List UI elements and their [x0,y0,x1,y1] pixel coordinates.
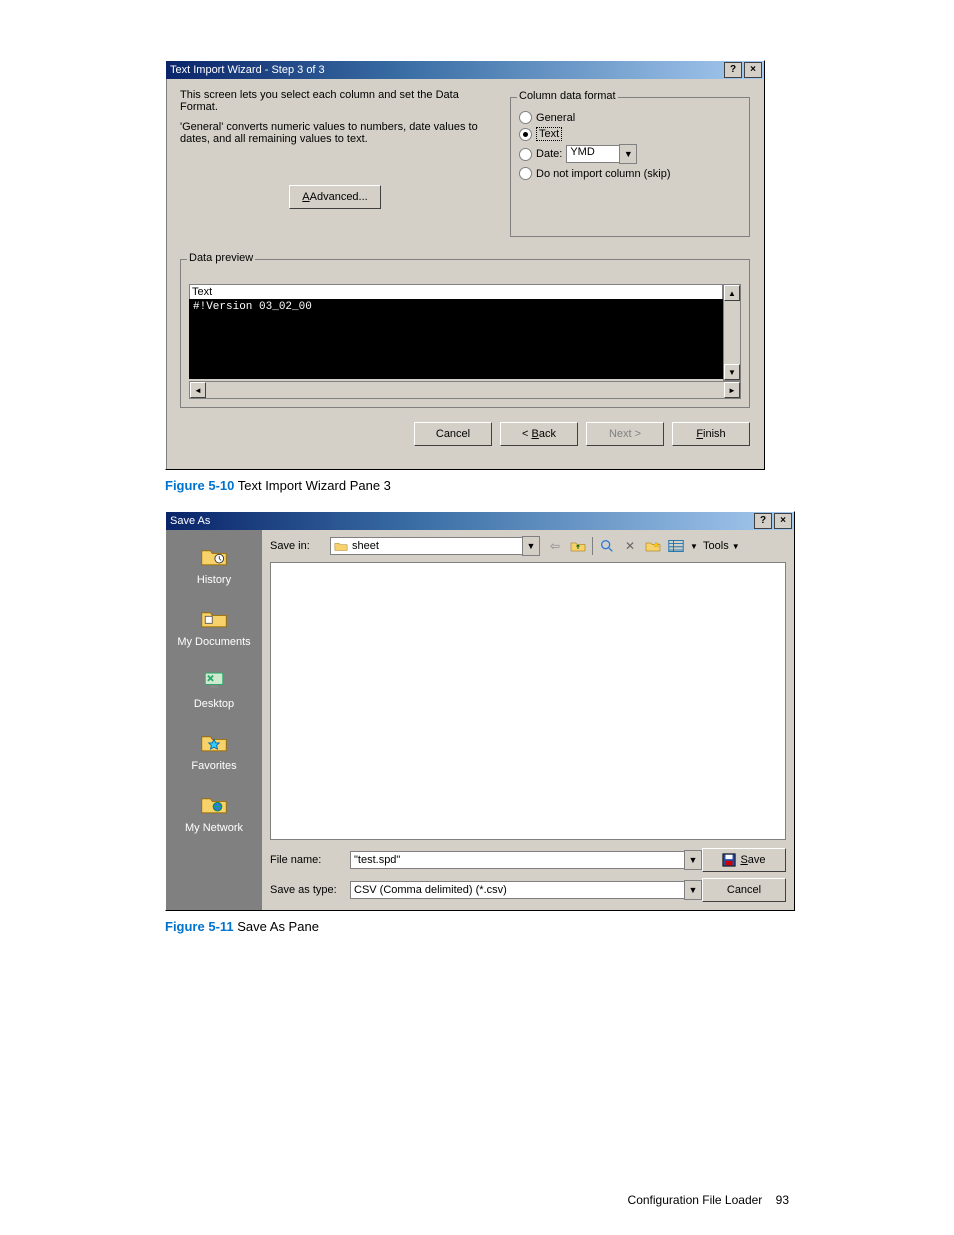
scroll-down-icon: ▼ [724,364,740,380]
figure-number: Figure 5-11 [165,919,234,934]
saveas-titlebar: Save As ? × [166,512,794,530]
history-folder-icon [198,542,230,570]
column-data-format-title: Column data format [517,90,618,102]
radio-skip[interactable]: Do not import column (skip) Do not impor… [519,167,741,180]
my-network-icon [198,790,230,818]
wizard-intro-1: This screen lets you select each column … [180,89,490,113]
folder-icon [334,540,348,552]
save-in-value: sheet [352,540,379,552]
radio-date[interactable]: Date: Date: YMD ▼ [519,144,741,164]
place-label: Favorites [191,760,236,772]
help-button[interactable]: ? [724,62,742,78]
footer-section: Configuration File Loader [628,1193,763,1207]
close-button[interactable]: × [744,62,762,78]
figure-5-10-caption: Figure 5-10 Text Import Wizard Pane 3 [165,478,789,493]
views-chevron-down-icon[interactable]: ▼ [690,537,698,555]
place-label: My Network [185,822,243,834]
data-preview-group: Data preview Text #!Version 03_02_00 ▲ ▼ [180,259,750,408]
preview-vertical-scrollbar[interactable]: ▲ ▼ [723,284,741,381]
back-icon[interactable]: ⇦ [546,537,564,555]
figure-text: Text Import Wizard Pane 3 [234,478,391,493]
next-button: Next > [586,422,664,446]
delete-icon[interactable]: ✕ [621,537,639,555]
chevron-down-icon: ▼ [522,536,540,556]
scroll-up-icon: ▲ [724,285,740,301]
new-folder-icon[interactable] [644,537,662,555]
my-documents-folder-icon [198,604,230,632]
date-format-value: YMD [566,145,620,163]
tools-menu[interactable]: Tools ▼ [703,540,740,552]
page-footer: Configuration File Loader 93 [628,1193,789,1207]
cancel-button[interactable]: Cancel [702,878,786,902]
radio-general[interactable]: General General [519,111,741,124]
save-as-type-value: CSV (Comma delimited) (*.csv) [350,881,685,899]
file-name-field[interactable]: ▼ [350,850,702,870]
figure-5-11-caption: Figure 5-11 Save As Pane [165,919,789,934]
scroll-right-icon: ► [724,382,740,398]
back-button[interactable]: < Back< Back [500,422,578,446]
advanced-button[interactable]: AAdvanced...Advanced... [289,185,381,209]
save-in-bar: Save in: Save in: sheet ▼ ⇦ [262,530,794,562]
place-favorites[interactable]: Favorites [191,728,236,772]
wizard-titlebar: Text Import Wizard - Step 3 of 3 ? × [166,61,764,79]
date-format-dropdown[interactable]: YMD ▼ [566,144,637,164]
radio-icon [519,128,532,141]
place-label: Desktop [194,698,234,710]
wizard-title: Text Import Wizard - Step 3 of 3 [170,64,724,76]
file-list-area[interactable] [270,562,786,840]
preview-line: #!Version 03_02_00 [193,301,719,313]
save-as-type-dropdown[interactable]: CSV (Comma delimited) (*.csv) ▼ [350,880,702,900]
save-button[interactable]: SaveSave [702,848,786,872]
chevron-down-icon: ▼ [684,880,702,900]
cancel-button[interactable]: Cancel [414,422,492,446]
data-preview-title: Data preview [187,252,255,264]
preview-horizontal-scrollbar[interactable]: ◄ ► [189,381,741,399]
text-import-wizard-dialog: Text Import Wizard - Step 3 of 3 ? × Thi… [165,60,765,470]
place-desktop[interactable]: Desktop [194,666,234,710]
up-folder-icon[interactable] [569,537,587,555]
chevron-down-icon: ▼ [619,144,637,164]
save-as-dialog: Save As ? × History My Documents [165,511,795,911]
footer-page-number: 93 [776,1193,789,1207]
radio-text[interactable]: Text Text [519,127,741,141]
preview-content: #!Version 03_02_00 [189,299,723,379]
views-icon[interactable] [667,537,685,555]
save-in-dropdown[interactable]: sheet ▼ [330,536,540,556]
place-my-documents[interactable]: My Documents [177,604,250,648]
figure-text: Save As Pane [234,919,319,934]
radio-icon [519,167,532,180]
saveas-title: Save As [170,515,754,527]
scroll-left-icon: ◄ [190,382,206,398]
radio-icon [519,111,532,124]
favorites-folder-icon [198,728,230,756]
diskette-icon [722,853,736,867]
chevron-down-icon: ▼ [684,850,702,870]
wizard-intro-2: 'General' converts numeric values to num… [180,121,490,145]
radio-icon [519,148,532,161]
finish-button[interactable]: FinishFinish [672,422,750,446]
place-history[interactable]: History [197,542,231,586]
help-button[interactable]: ? [754,513,772,529]
close-button[interactable]: × [774,513,792,529]
place-label: My Documents [177,636,250,648]
figure-number: Figure 5-10 [165,478,234,493]
separator [592,537,593,555]
place-my-network[interactable]: My Network [185,790,243,834]
search-web-icon[interactable] [598,537,616,555]
file-name-input[interactable] [350,851,685,869]
preview-column-header: Text [189,284,723,299]
places-bar: History My Documents Desktop [166,530,262,910]
column-data-format-group: Column data format General General Text … [510,97,750,237]
desktop-icon [198,666,230,694]
place-label: History [197,574,231,586]
